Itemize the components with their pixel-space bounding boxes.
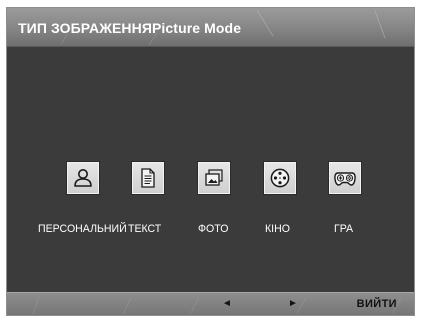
mode-area: ПЕРСОНАЛЬНИЙ ТЕКСТ ФОТО КІНО ГРА <box>7 47 414 294</box>
footer-bar: ◄ ► ВИЙТИ <box>7 292 414 315</box>
mode-label-personal: ПЕРСОНАЛЬНИЙ <box>38 223 127 235</box>
mode-label-text: ТЕКСТ <box>128 223 162 235</box>
mode-tile-photo[interactable] <box>198 162 230 194</box>
mode-tile-personal[interactable] <box>67 162 99 194</box>
mode-tile-game[interactable] <box>329 162 361 194</box>
footer-texture <box>32 296 402 315</box>
mode-label-photo: ФОТО <box>198 223 229 235</box>
photo-icon <box>205 169 223 186</box>
title-bar: ТИП ЗОБРАЖЕННЯPicture Mode <box>7 8 414 47</box>
film-reel-icon <box>270 168 290 188</box>
mode-tile-cinema[interactable] <box>264 162 296 194</box>
window-title: ТИП ЗОБРАЖЕННЯPicture Mode <box>18 20 242 36</box>
exit-button[interactable]: ВИЙТИ <box>357 298 397 310</box>
picture-mode-osd: ТИП ЗОБРАЖЕННЯPicture Mode ПЕРСОНАЛЬНИЙ … <box>6 7 415 316</box>
mode-tile-text[interactable] <box>132 162 164 194</box>
document-icon <box>141 168 155 188</box>
mode-label-game: ГРА <box>334 223 354 235</box>
gamepad-icon <box>334 172 356 186</box>
person-icon <box>74 169 92 187</box>
mode-label-cinema: КІНО <box>265 223 290 235</box>
arrow-right-icon[interactable]: ► <box>288 299 298 309</box>
arrow-left-icon[interactable]: ◄ <box>222 299 232 309</box>
